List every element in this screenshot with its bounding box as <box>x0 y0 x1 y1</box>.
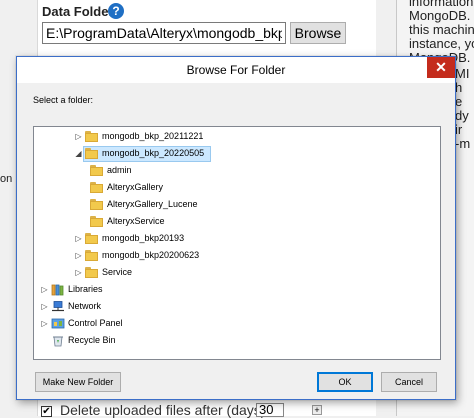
network-icon <box>52 301 64 312</box>
tree-item-label: Control Panel <box>68 318 123 328</box>
folder-icon <box>90 165 103 176</box>
control-panel-icon <box>51 318 65 329</box>
tree-item-label: AlteryxService <box>107 216 165 226</box>
browse-for-folder-dialog: Browse For Folder ✕ Select a folder: ▷ m… <box>16 56 456 400</box>
info-fragment: ir <box>455 122 463 137</box>
ok-button[interactable]: OK <box>317 372 373 392</box>
tree-item-alteryxgallery-lucene[interactable]: AlteryxGallery_Lucene <box>34 197 422 214</box>
info-line: this machine <box>409 22 474 37</box>
tree-item-alteryxservice[interactable]: AlteryxService <box>34 214 422 231</box>
tree-item-mongodb-bkp-20211221[interactable]: ▷ mongodb_bkp_20211221 <box>34 129 422 146</box>
browse-button[interactable]: Browse <box>290 22 346 44</box>
tree-item-label: Libraries <box>68 284 103 294</box>
expand-arrow-icon[interactable]: ▷ <box>74 251 83 260</box>
folder-icon <box>85 267 98 278</box>
tree-item-label: AlteryxGallery <box>107 182 164 192</box>
expand-arrow-icon[interactable]: ▷ <box>74 234 83 243</box>
tree-item-mongodb-bkp-20220505[interactable]: ◢ mongodb_bkp_20220505 <box>34 146 422 163</box>
info-fragment: dy <box>455 108 469 123</box>
select-folder-prompt: Select a folder: <box>33 95 94 105</box>
info-fragment: h <box>455 80 463 95</box>
tree-item-label: Network <box>68 301 102 311</box>
make-new-folder-button[interactable]: Make New Folder <box>35 372 121 392</box>
expand-arrow-icon[interactable]: ▷ <box>40 285 49 294</box>
expand-arrow-icon[interactable]: ▷ <box>40 302 49 311</box>
folder-icon <box>85 148 98 159</box>
tree-item-mongodb-bkp20200623[interactable]: ▷ mongodb_bkp20200623 <box>34 248 422 265</box>
tree-item-label: mongodb_bkp20200623 <box>102 250 200 260</box>
help-icon[interactable]: ? <box>108 3 124 19</box>
tree-item-admin[interactable]: admin <box>34 163 422 180</box>
info-fragment: e <box>455 94 463 109</box>
data-folder-path-input[interactable] <box>42 22 286 44</box>
expand-arrow-icon[interactable]: ▷ <box>74 268 83 277</box>
tree-item-label: Recycle Bin <box>68 335 116 345</box>
folder-icon <box>90 199 103 210</box>
collapse-arrow-icon[interactable]: ◢ <box>74 149 83 158</box>
folder-icon <box>90 182 103 193</box>
tree-item-label: mongodb_bkp_20211221 <box>102 131 204 141</box>
tree-item-label: AlteryxGallery_Lucene <box>107 199 198 209</box>
folder-icon <box>85 131 98 142</box>
info-fragment: MI <box>455 66 470 81</box>
folder-icon <box>85 233 98 244</box>
folder-icon <box>90 216 103 227</box>
dialog-titlebar: Browse For Folder ✕ <box>17 57 455 83</box>
folder-tree[interactable]: ▷ mongodb_bkp_20211221 ◢ mongodb_bkp_202… <box>33 126 441 360</box>
delete-days-input[interactable]: 30 <box>256 403 284 417</box>
delete-uploaded-checkbox[interactable]: ✔ <box>41 406 52 417</box>
close-icon: ✕ <box>435 59 447 75</box>
tree-item-recycle-bin[interactable]: Recycle Bin <box>34 333 422 350</box>
tree-item-label: mongodb_bkp20193 <box>102 233 185 243</box>
tree-item-libraries[interactable]: ▷ Libraries <box>34 282 422 299</box>
tree-item-control-panel[interactable]: ▷ Control Panel <box>34 316 422 333</box>
cancel-button[interactable]: Cancel <box>381 372 437 392</box>
tree-item-label: Service <box>102 267 133 277</box>
tree-item-service[interactable]: ▷ Service <box>34 265 422 282</box>
left-fragment-text: on <box>0 173 13 185</box>
info-line: MongoDB. I <box>409 8 474 23</box>
recycle-bin-icon <box>53 336 63 347</box>
expand-arrow-icon[interactable]: ▷ <box>74 132 83 141</box>
data-folder-label: Data Folder <box>42 4 114 19</box>
tree-item-label: admin <box>107 165 132 175</box>
tree-item-mongodb-bkp20193[interactable]: ▷ mongodb_bkp20193 <box>34 231 422 248</box>
dialog-title: Browse For Folder <box>186 63 286 77</box>
tree-item-alteryxgallery[interactable]: AlteryxGallery <box>34 180 422 197</box>
info-fragment: -m <box>455 136 471 151</box>
close-button[interactable]: ✕ <box>427 57 455 78</box>
folder-icon <box>85 250 98 261</box>
expand-arrow-icon[interactable]: ▷ <box>40 319 49 328</box>
tree-item-label: mongodb_bkp_20220505 <box>102 148 205 158</box>
info-line: instance, yo <box>409 36 474 51</box>
days-spinner-up[interactable]: + <box>312 405 322 415</box>
tree-item-network[interactable]: ▷ Network <box>34 299 422 316</box>
libraries-icon <box>51 284 64 296</box>
